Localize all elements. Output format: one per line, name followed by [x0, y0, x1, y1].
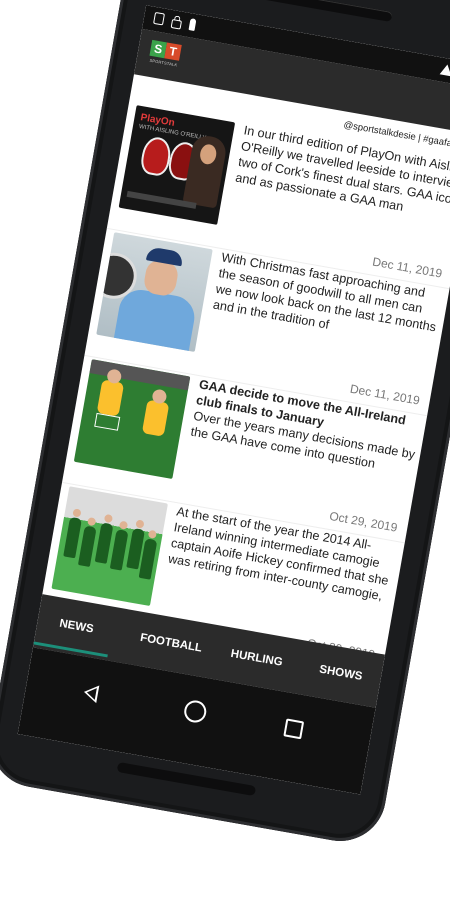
- article-thumbnail[interactable]: [96, 232, 213, 352]
- person-icon: [188, 18, 197, 32]
- promo-stage: 5: S T SPORTSTALK @sportstalkdesie | #ga…: [0, 0, 450, 900]
- article-thumbnail[interactable]: [51, 486, 168, 607]
- phone-frame: 5: S T SPORTSTALK @sportstalkdesie | #ga…: [0, 0, 450, 849]
- earpiece-speaker: [253, 0, 393, 23]
- player-shirt: [112, 286, 198, 352]
- logo-letter-t: T: [164, 42, 182, 61]
- player-shorts: [94, 412, 121, 431]
- wifi-icon: [439, 63, 450, 77]
- home-icon[interactable]: [182, 698, 209, 725]
- article-thumbnail[interactable]: PlayOn WITH AISLING O'REILLY OUT DEC 11T…: [118, 105, 236, 225]
- phone-screen: 5: S T SPORTSTALK @sportstalkdesie | #ga…: [17, 5, 450, 795]
- lock-icon: [170, 18, 183, 30]
- recents-icon[interactable]: [283, 718, 305, 740]
- thumb-date: OUT DEC 11TH: [121, 212, 176, 225]
- app-logo[interactable]: S T SPORTSTALK: [148, 39, 182, 71]
- player-figure: [77, 525, 97, 567]
- article-thumbnail[interactable]: [73, 359, 191, 479]
- crest-icon: [138, 135, 174, 178]
- tab-football[interactable]: FOOTBALL: [139, 632, 203, 655]
- tab-shows[interactable]: SHOWS: [318, 664, 363, 683]
- back-icon[interactable]: [82, 683, 100, 704]
- player-figure: [96, 379, 125, 417]
- note-icon: [153, 11, 165, 26]
- tab-hurling[interactable]: HURLING: [230, 648, 284, 669]
- tab-news[interactable]: NEWS: [58, 618, 94, 636]
- player-figure: [141, 399, 170, 437]
